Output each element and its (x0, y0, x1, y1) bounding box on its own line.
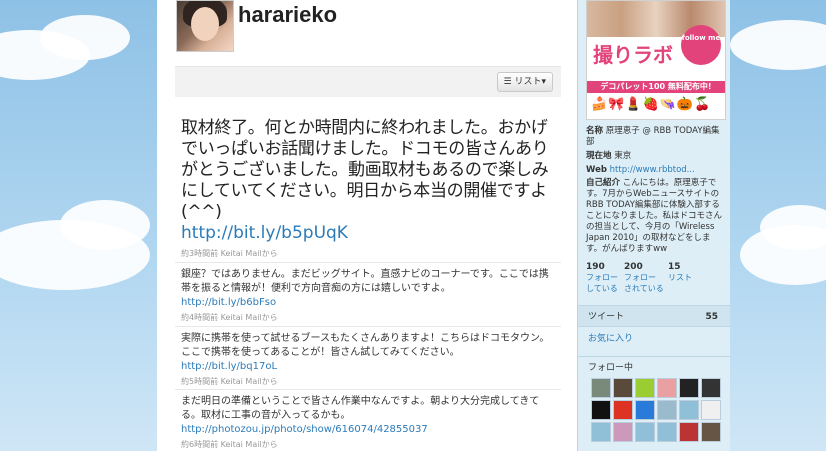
cloud-decoration (60, 200, 150, 250)
divider (175, 262, 561, 263)
followers-count: 200 (624, 262, 643, 272)
avatar[interactable] (176, 0, 234, 52)
following-label: フォロー (586, 273, 618, 282)
following-avatar[interactable] (635, 422, 655, 442)
web-link[interactable]: http://www.rbbtod... (610, 165, 695, 175)
profile-location: 現在地 東京 (586, 151, 726, 162)
tweet-item: 銀座？ではありません。まだビッグサイト。直感ナビのコーナーです。ここでは携帯を振… (181, 268, 551, 323)
profile-bio: 自己紹介 こんにちは。原理恵子です。7月からWebニュースサイトのRBB TOD… (586, 178, 726, 255)
tweet-text: 取材終了。何とか時間内に終われました。おかげでいっぱいお話聞けました。ドコモの皆… (181, 118, 549, 222)
cloud-decoration (730, 20, 826, 70)
tweets-count-row[interactable]: ツイート 55 (578, 305, 730, 327)
banner-deco-icons: 🍰🎀💄🍓👒🎃🍒 (591, 97, 712, 112)
profile-web: Web http://www.rbbtod... (586, 165, 726, 176)
followers-label: フォロー (624, 273, 656, 282)
tweet-item: まだ明日の準備ということで皆さん作業中なんですよ。朝より大分完成してきてる。取材… (181, 395, 551, 450)
cloud-decoration (40, 15, 130, 60)
banner-logo: 撮りラボ (593, 43, 673, 67)
web-label: Web (586, 165, 607, 175)
tweet-meta: 約3時間前 Keitai Mailから (181, 249, 278, 258)
latest-tweet: 取材終了。何とか時間内に終われました。おかげでいっぱいお話聞けました。ドコモの皆… (181, 118, 551, 259)
tweet-text: 実際に携帯を使って試せるブースもたくさんありますよ！こちらはドコモタウン。ここで… (181, 333, 550, 358)
following-avatar[interactable] (701, 422, 721, 442)
follow-me-badge[interactable]: follow me (681, 25, 721, 65)
tweet-meta: 約4時間前 Keitai Mailから (181, 313, 278, 322)
following-avatar[interactable] (591, 400, 611, 420)
following-label-2: している (586, 284, 618, 293)
lists-count: 15 (668, 262, 681, 272)
tweets-count: 55 (705, 312, 718, 322)
lists-label: リスト (668, 273, 692, 282)
sidebar: 撮りラボ follow me デコパレット100 無料配布中! 🍰🎀💄🍓👒🎃🍒 … (577, 0, 730, 451)
profile-toolbar: ☰ リスト▾ (175, 66, 561, 97)
location-value: 東京 (614, 151, 632, 161)
divider (175, 389, 561, 390)
tweet-text: 銀座？ではありません。まだビッグサイト。直感ナビのコーナーです。ここでは携帯を振… (181, 269, 549, 294)
following-avatar[interactable] (657, 378, 677, 398)
divider (175, 326, 561, 327)
list-button[interactable]: ☰ リスト▾ (496, 72, 553, 92)
ad-banner[interactable]: 撮りラボ follow me デコパレット100 無料配布中! 🍰🎀💄🍓👒🎃🍒 (586, 0, 726, 120)
tweet-meta: 約6時間前 Keitai Mailから (181, 440, 278, 449)
following-header-label: フォロー中 (588, 363, 634, 373)
following-avatar[interactable] (591, 422, 611, 442)
following-avatar[interactable] (657, 400, 677, 420)
banner-tagline: デコパレット100 無料配布中! (587, 81, 725, 93)
following-avatar[interactable] (701, 378, 721, 398)
following-stat[interactable]: 190 フォロー している (586, 262, 618, 294)
following-avatar[interactable] (679, 400, 699, 420)
tweet-meta: 約5時間前 Keitai Mailから (181, 377, 278, 386)
tweets-label: ツイート (588, 312, 625, 322)
profile-username: hararieko (238, 2, 338, 27)
following-avatar[interactable] (679, 378, 699, 398)
favorites-link[interactable]: お気に入り (578, 328, 730, 350)
tweet-link[interactable]: http://bit.ly/bq17oL (181, 360, 551, 374)
tweet-item: 実際に携帯を使って試せるブースもたくさんありますよ！こちらはドコモタウン。ここで… (181, 332, 551, 387)
tweet-link[interactable]: http://photozou.jp/photo/show/616074/428… (181, 423, 551, 437)
tweet-link[interactable]: http://bit.ly/b6bFso (181, 296, 551, 310)
name-value: 原理恵子 @ RBB TODAY編集部 (586, 126, 720, 147)
following-avatar[interactable] (679, 422, 699, 442)
lists-stat[interactable]: 15 リスト (668, 262, 692, 283)
following-count: 190 (586, 262, 605, 272)
list-button-label: リスト▾ (514, 77, 546, 87)
profile-name: 名称 原理恵子 @ RBB TODAY編集部 (586, 126, 726, 148)
name-label: 名称 (586, 126, 604, 136)
list-icon: ☰ (503, 77, 512, 87)
following-avatar[interactable] (613, 422, 633, 442)
location-label: 現在地 (586, 151, 612, 161)
following-avatar[interactable] (613, 378, 633, 398)
following-header: フォロー中 (578, 356, 730, 378)
following-avatar[interactable] (657, 422, 677, 442)
tweet-link[interactable]: http://bit.ly/b5pUqK (181, 223, 551, 244)
following-avatar[interactable] (701, 400, 721, 420)
bio-value: こんにちは。原理恵子です。7月からWebニュースサイトのRBB TODAY編集部… (586, 178, 723, 254)
following-avatar[interactable] (635, 400, 655, 420)
favorites-label: お気に入り (588, 334, 634, 344)
following-avatar[interactable] (613, 400, 633, 420)
main-column: hararieko ☰ リスト▾ 取材終了。何とか時間内に終われました。おかげで… (157, 0, 577, 451)
following-avatar[interactable] (591, 378, 611, 398)
bio-label: 自己紹介 (586, 178, 621, 188)
tweet-text: まだ明日の準備ということで皆さん作業中なんですよ。朝より大分完成してきてる。取材… (181, 396, 540, 421)
following-avatar[interactable] (635, 378, 655, 398)
followers-stat[interactable]: 200 フォロー されている (624, 262, 664, 294)
followers-label-2: されている (624, 284, 664, 293)
